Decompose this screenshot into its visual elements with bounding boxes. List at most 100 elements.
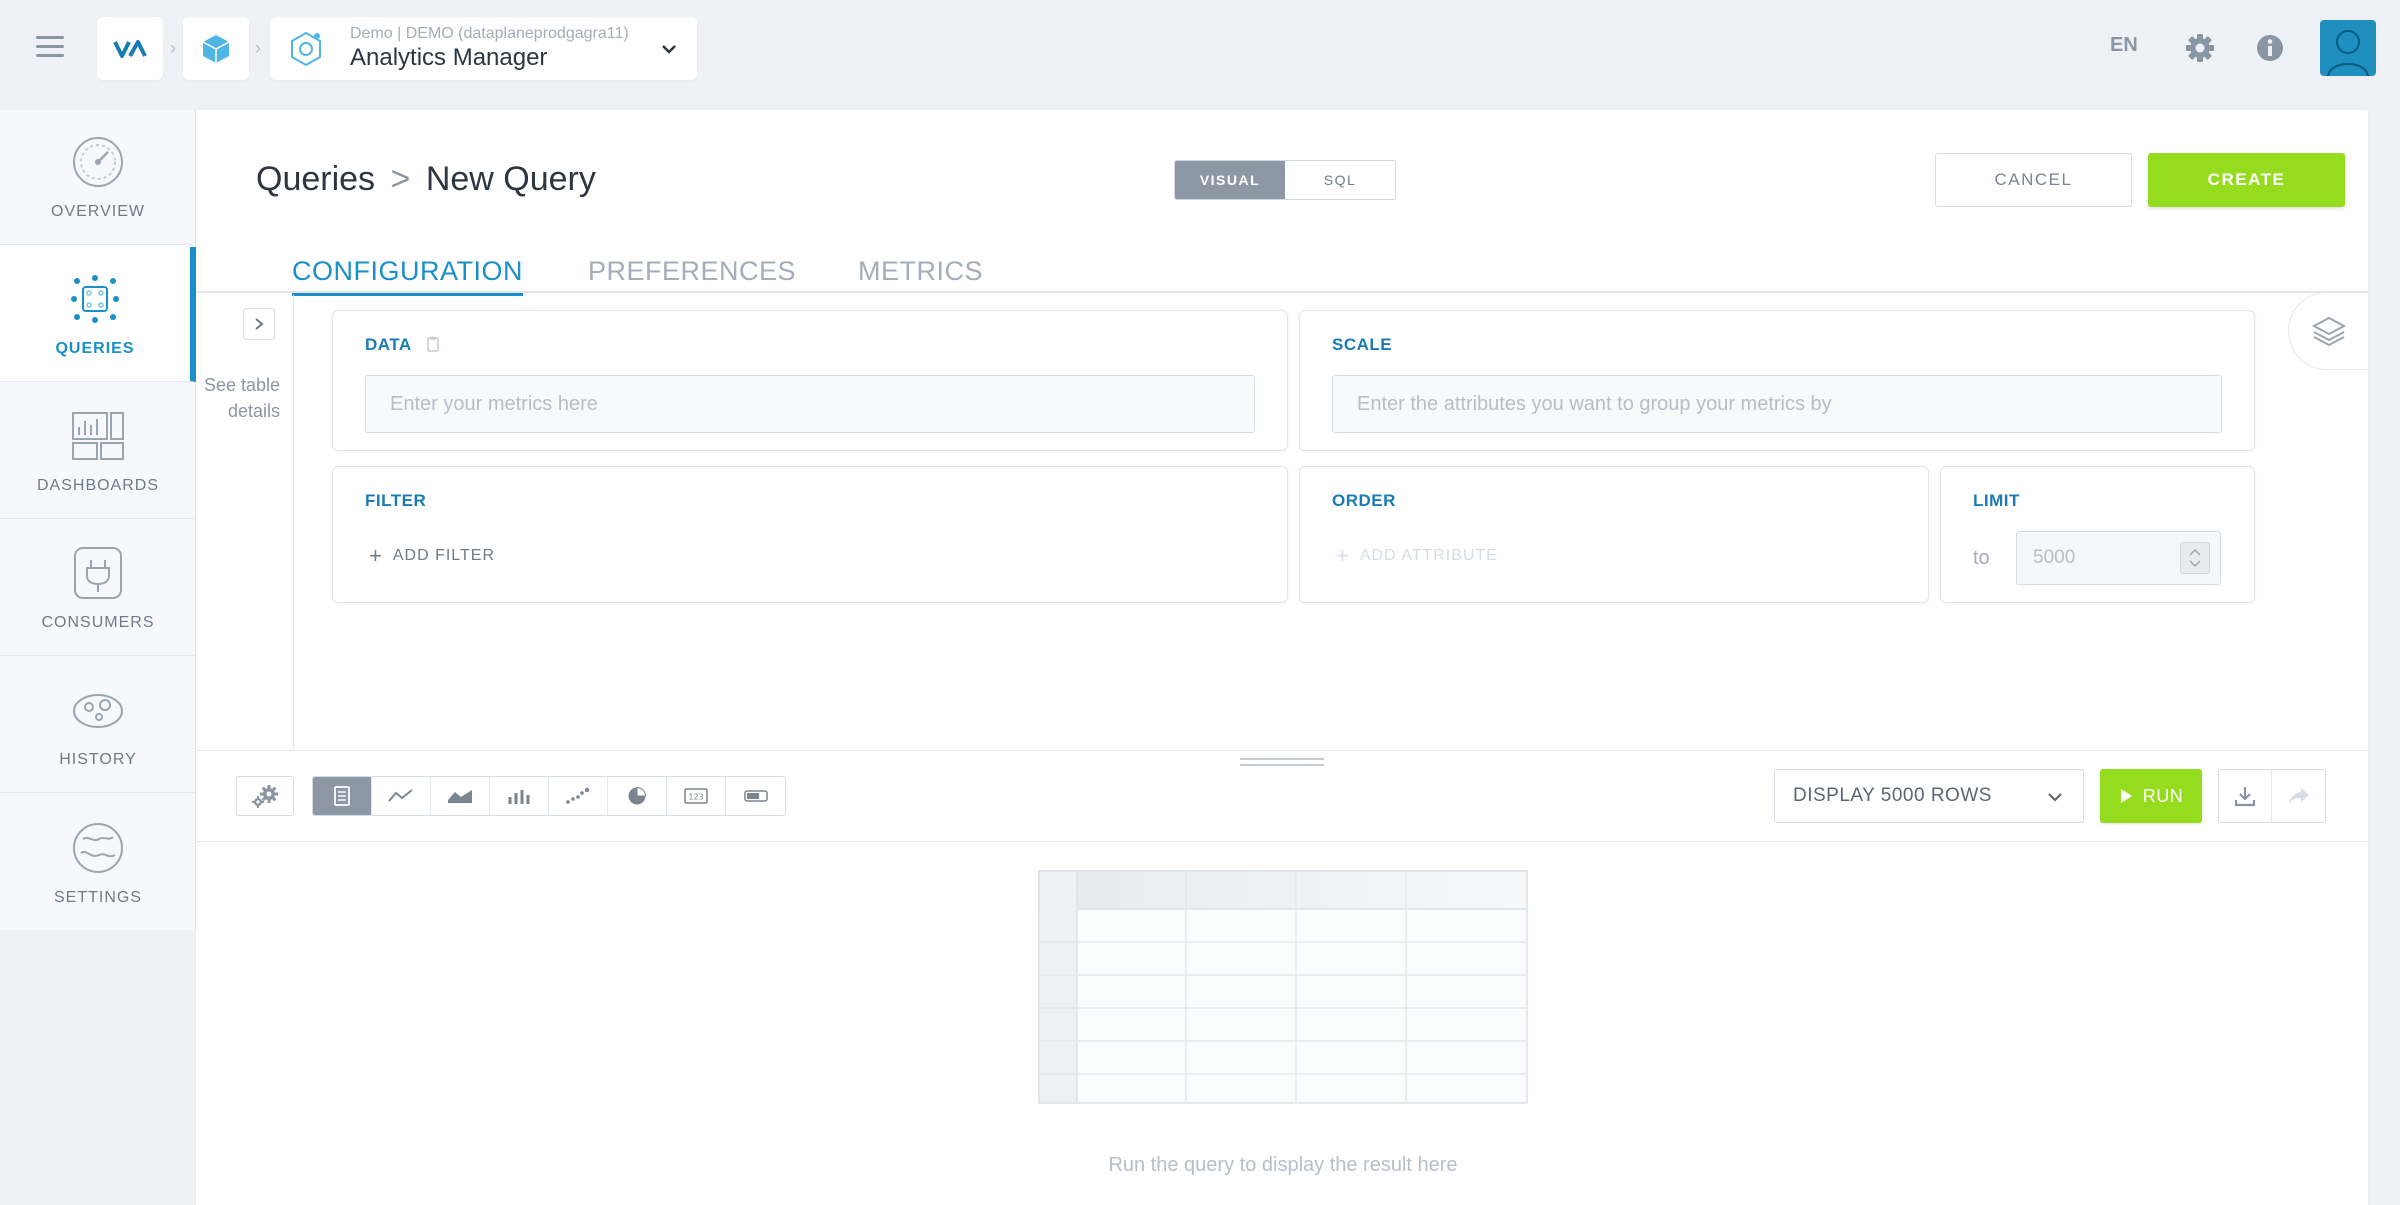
chart-type-gauge[interactable] <box>726 777 785 815</box>
nav-item-consumers[interactable]: CONSUMERS <box>0 521 196 656</box>
run-button[interactable]: RUN <box>2100 769 2202 823</box>
app-title: Analytics Manager <box>350 43 548 71</box>
mode-toggle: VISUAL SQL <box>1174 160 1396 200</box>
nav-label: DASHBOARDS <box>36 477 160 494</box>
hamburger-menu-icon[interactable] <box>36 36 64 58</box>
logo-home-button[interactable] <box>97 17 163 80</box>
order-label: ORDER <box>1332 491 1396 510</box>
scale-input-wrap <box>1332 375 2222 433</box>
analytics-app-icon <box>291 31 321 67</box>
add-filter-label: ADD FILTER <box>392 547 496 564</box>
chart-type-number[interactable]: 123 <box>667 777 726 815</box>
add-filter-button[interactable]: + ADD FILTER <box>369 543 496 568</box>
breadcrumb-separator: › <box>255 38 261 58</box>
nav-label: HISTORY <box>59 751 137 768</box>
empty-result-message: Run the query to display the result here <box>1108 1154 1458 1176</box>
metrics-input[interactable] <box>366 376 1254 432</box>
limit-input[interactable] <box>2017 532 2167 584</box>
nav-item-queries[interactable]: QUERIES <box>0 247 196 382</box>
scale-attributes-input[interactable] <box>1333 376 2221 432</box>
limit-field <box>2016 531 2221 585</box>
chart-type-selector: 123 <box>312 776 786 816</box>
empty-table-illustration <box>1038 870 1528 1104</box>
plus-icon: + <box>369 543 383 568</box>
create-button[interactable]: CREATE <box>2148 153 2345 207</box>
bar-chart-icon <box>508 790 530 804</box>
chart-type-area[interactable] <box>431 777 490 815</box>
chart-type-pie[interactable] <box>608 777 667 815</box>
chart-type-line[interactable] <box>372 777 431 815</box>
resize-handle[interactable] <box>1240 758 1324 766</box>
limit-stepper[interactable] <box>2180 542 2210 574</box>
clipboard-icon[interactable] <box>426 336 440 352</box>
see-table-details-label[interactable]: See table details <box>200 372 280 424</box>
add-attribute-label: ADD ATTRIBUTE <box>1359 547 1498 564</box>
plus-icon: + <box>1336 543 1350 568</box>
layers-icon <box>2311 316 2346 347</box>
filter-label: FILTER <box>365 491 427 510</box>
share-arrow-icon <box>2288 788 2309 804</box>
history-icon <box>73 694 123 728</box>
nav-item-overview[interactable]: OVERVIEW <box>0 110 196 245</box>
tab-preferences[interactable]: PREFERENCES <box>588 256 796 287</box>
app-selector[interactable]: Demo | DEMO (dataplaneprodgagra11) Analy… <box>270 17 697 80</box>
config-tabs: CONFIGURATION PREFERENCES METRICS <box>196 248 2368 296</box>
mode-visual-button[interactable]: VISUAL <box>1175 161 1285 199</box>
download-button[interactable] <box>2219 770 2273 822</box>
cancel-button[interactable]: CANCEL <box>1935 153 2132 207</box>
data-card: DATA <box>332 310 1288 451</box>
data-label: DATA <box>365 335 440 355</box>
see-table-line: details <box>227 401 280 421</box>
nav-item-history[interactable]: HISTORY <box>0 658 196 793</box>
breadcrumb-current: New Query <box>425 160 596 198</box>
chevron-down-icon <box>2048 793 2062 802</box>
chart-settings-button[interactable] <box>236 776 294 816</box>
display-rows-value: DISPLAY 5000 ROWS <box>1793 785 1992 806</box>
tab-metrics[interactable]: METRICS <box>858 256 983 287</box>
gauge-bar-icon <box>743 790 768 802</box>
table-icon <box>334 786 350 806</box>
area-chart-icon <box>448 790 472 803</box>
chart-type-scatter[interactable] <box>549 777 608 815</box>
mode-sql-button[interactable]: SQL <box>1285 161 1395 199</box>
limit-to-label: to <box>1973 547 1990 569</box>
chevron-down-icon <box>662 45 676 54</box>
scale-card: SCALE <box>1299 310 2255 451</box>
user-avatar[interactable] <box>2320 20 2376 76</box>
nav-item-settings[interactable]: SETTINGS <box>0 795 196 930</box>
data-label-text: DATA <box>365 335 412 354</box>
product-cube-button[interactable] <box>183 17 249 80</box>
nav-label: CONSUMERS <box>41 614 155 631</box>
nav-label: OVERVIEW <box>51 203 145 220</box>
gear-icon[interactable] <box>2184 32 2216 64</box>
breadcrumb-queries[interactable]: Queries <box>256 160 375 198</box>
data-input-wrap <box>365 375 1255 433</box>
number-icon: 123 <box>684 788 708 804</box>
app-subtitle: Demo | DEMO (dataplaneprodgagra11) <box>350 24 629 42</box>
share-button[interactable] <box>2272 770 2325 822</box>
export-button-group <box>2218 769 2326 823</box>
chevron-right-icon <box>255 318 264 330</box>
info-icon[interactable] <box>2256 34 2284 62</box>
nav-item-dashboards[interactable]: DASHBOARDS <box>0 384 196 519</box>
nav-label: QUERIES <box>55 340 135 357</box>
add-attribute-button: + ADD ATTRIBUTE <box>1336 543 1498 568</box>
tab-configuration[interactable]: CONFIGURATION <box>292 256 523 296</box>
limit-label: LIMIT <box>1973 491 2020 510</box>
breadcrumb-separator: > <box>390 160 411 198</box>
user-icon <box>2327 30 2369 76</box>
chart-type-bar[interactable] <box>490 777 549 815</box>
layers-panel-toggle[interactable] <box>2288 292 2368 370</box>
language-selector[interactable]: EN <box>2110 34 2138 57</box>
panel-divider <box>196 750 2368 751</box>
display-rows-select[interactable]: DISPLAY 5000 ROWS <box>1774 769 2084 823</box>
dashboards-icon <box>72 412 124 460</box>
scatter-chart-icon <box>566 787 590 804</box>
expand-table-details-button[interactable] <box>243 308 275 340</box>
cube-icon <box>202 34 230 63</box>
chart-type-table[interactable] <box>313 777 372 815</box>
limit-card: LIMIT to <box>1940 466 2255 603</box>
download-icon <box>2234 787 2256 807</box>
logo-icon <box>113 39 147 58</box>
pie-chart-icon <box>628 786 647 805</box>
